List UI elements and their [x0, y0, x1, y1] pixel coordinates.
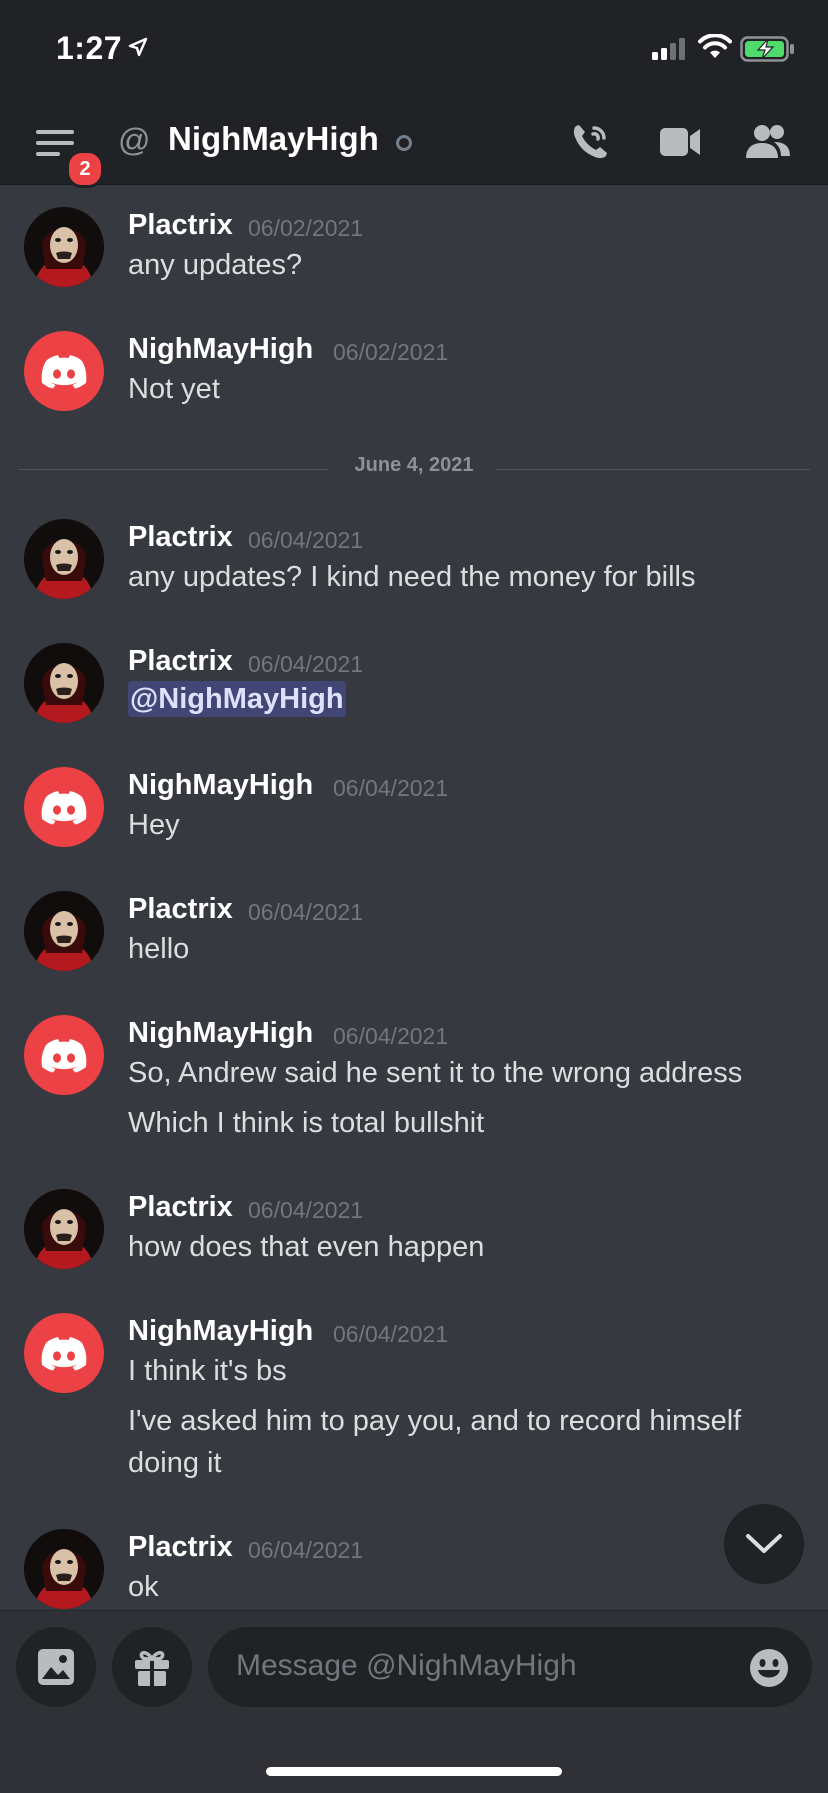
message-timestamp: 06/02/2021 [333, 339, 449, 365]
message-text: any updates? [128, 249, 303, 281]
status-bar: 1:27 [0, 0, 828, 100]
message-author[interactable]: Plactrix [128, 645, 233, 678]
message-author[interactable]: NighMayHigh [128, 1017, 313, 1050]
voice-call-icon[interactable] [568, 120, 612, 164]
attach-image-button[interactable] [16, 1627, 96, 1707]
message-text: how does that even happen [128, 1231, 485, 1263]
message-text: hello [128, 933, 190, 965]
gift-icon [135, 1651, 169, 1686]
plactrix-avatar[interactable] [24, 891, 104, 971]
jump-to-bottom-button[interactable] [724, 1504, 804, 1584]
message-text: I've asked him to pay you, and to record… [128, 1405, 742, 1437]
message-text: ok [128, 1571, 159, 1603]
discord-default-avatar[interactable] [24, 1313, 104, 1393]
cellular-signal-icon [652, 38, 685, 60]
message-text: doing it [128, 1447, 222, 1479]
plactrix-avatar[interactable] [24, 1189, 104, 1269]
message-timestamp: 06/04/2021 [248, 651, 364, 677]
user-mention[interactable]: @NighMayHigh [128, 681, 346, 717]
message-input[interactable]: Message @NighMayHigh [208, 1627, 812, 1707]
date-divider: June 4, 2021 [18, 454, 810, 484]
plactrix-avatar[interactable] [24, 519, 104, 599]
message-text: So, Andrew said he sent it to the wrong … [128, 1057, 743, 1089]
discord-default-avatar[interactable] [24, 331, 104, 411]
emoji-icon[interactable] [748, 1647, 790, 1689]
channel-title[interactable]: NighMayHigh [168, 120, 379, 158]
message-author[interactable]: Plactrix [128, 893, 233, 926]
message-text: I think it's bs [128, 1355, 287, 1387]
discord-default-avatar[interactable] [24, 1015, 104, 1095]
home-indicator [266, 1767, 562, 1776]
unread-badge: 2 [66, 150, 104, 188]
wifi-icon [698, 34, 732, 58]
message-author[interactable]: Plactrix [128, 521, 233, 554]
video-call-icon[interactable] [658, 124, 702, 160]
message-timestamp: 06/04/2021 [248, 1197, 364, 1223]
message-author[interactable]: Plactrix [128, 1191, 233, 1224]
message-timestamp: 06/04/2021 [333, 1321, 449, 1347]
menu-button[interactable]: 2 [36, 128, 104, 188]
message-timestamp: 06/02/2021 [248, 215, 364, 241]
image-icon [38, 1649, 74, 1685]
plactrix-avatar[interactable] [24, 1529, 104, 1609]
channel-header: 2 @ NighMayHigh [0, 100, 828, 188]
message-author[interactable]: Plactrix [128, 209, 233, 242]
message-text: Hey [128, 809, 180, 841]
at-icon: @ [118, 122, 151, 158]
date-divider-label: June 4, 2021 [354, 454, 474, 476]
clock: 1:27 [56, 30, 123, 66]
message-author[interactable]: NighMayHigh [128, 333, 313, 366]
message-author[interactable]: NighMayHigh [128, 1315, 313, 1348]
gift-button[interactable] [112, 1627, 192, 1707]
message-composer: Message @NighMayHigh [0, 1610, 828, 1793]
message-timestamp: 06/04/2021 [333, 775, 449, 801]
message-text: Not yet [128, 373, 220, 405]
message-text: any updates? I kind need the money for b… [128, 561, 696, 593]
message-timestamp: 06/04/2021 [248, 899, 364, 925]
message-timestamp: 06/04/2021 [248, 527, 364, 553]
plactrix-avatar[interactable] [24, 207, 104, 287]
message-text: Which I think is total bullshit [128, 1107, 485, 1139]
discord-default-avatar[interactable] [24, 767, 104, 847]
message-list[interactable]: Plactrix 06/02/2021 any updates? NighMay… [0, 185, 828, 1610]
plactrix-avatar[interactable] [24, 643, 104, 723]
chevron-down-icon [746, 1534, 782, 1553]
message-author[interactable]: NighMayHigh [128, 769, 313, 802]
location-arrow-icon [128, 37, 148, 57]
members-icon[interactable] [744, 122, 792, 162]
message-author[interactable]: Plactrix [128, 1531, 233, 1564]
message-input-placeholder: Message @NighMayHigh [236, 1649, 577, 1682]
message-timestamp: 06/04/2021 [248, 1537, 364, 1563]
offline-status-icon [396, 135, 412, 151]
battery-charging-icon [740, 36, 794, 62]
message-timestamp: 06/04/2021 [333, 1023, 449, 1049]
